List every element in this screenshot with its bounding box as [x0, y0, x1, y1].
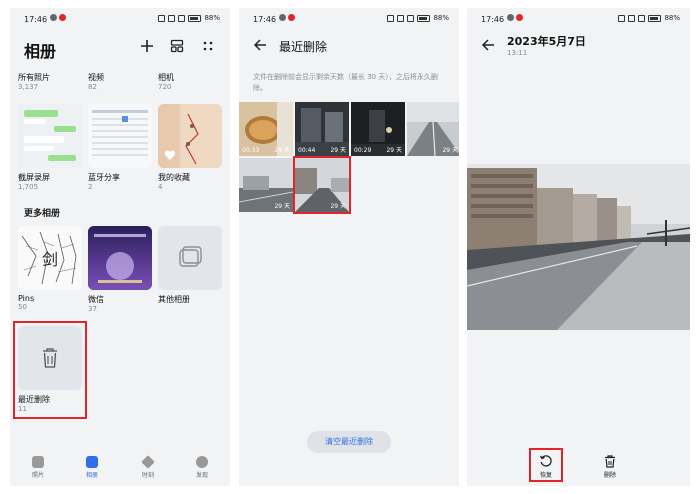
back-arrow-icon[interactable] [253, 38, 267, 56]
album-thumb-screenshots[interactable] [18, 104, 82, 168]
status-bar: 17:46 88% [239, 8, 459, 30]
highlight-restore [529, 448, 563, 482]
album-name: 蓝牙分享 [88, 173, 120, 182]
album-pins[interactable]: Pins 50 [18, 294, 82, 311]
retention-hint: 文件在删除前会显示剩余天数（最长 30 天），之后将永久删除。 [253, 73, 438, 92]
recently-deleted-screen: 17:46 88% 最近删除 文件在删除前会显示剩余天数（最长 30 天），之后… [239, 8, 459, 486]
album-name: 所有照片 [18, 73, 50, 82]
photo-detail-screen: 17:46 88% 2023年5月7日 13:11 恢复 删除 [467, 8, 690, 486]
days-remaining: 29 天 [274, 147, 290, 154]
album-screenshots[interactable]: 截屏录屏 1,705 [18, 172, 82, 191]
album-count: 37 [88, 305, 97, 313]
delete-button[interactable]: 删除 [595, 454, 625, 479]
days-remaining: 29 天 [274, 203, 290, 210]
album-bluetooth[interactable]: 蓝牙分享 2 [88, 172, 152, 191]
tab-photos[interactable]: 照片 [18, 456, 58, 479]
status-bar: 17:46 88% [467, 8, 690, 30]
system-icons: 88% [387, 14, 449, 22]
albums-icon [86, 456, 98, 468]
video-duration: 00:44 [298, 147, 316, 154]
album-count: 2 [88, 183, 93, 191]
tab-albums[interactable]: 相册 [72, 456, 112, 479]
album-name: 微信 [88, 295, 104, 304]
album-name: Pins [18, 294, 35, 303]
deleted-item[interactable]: 00:29 29 天 [351, 102, 405, 156]
status-time: 17:46 [24, 15, 48, 24]
photo-date: 2023年5月7日 [507, 35, 586, 48]
album-name: 我的收藏 [158, 173, 190, 182]
album-thumb-favorites[interactable] [158, 104, 222, 168]
album-wechat[interactable]: 微信 37 [88, 294, 152, 313]
notification-icons [50, 14, 66, 21]
album-thumb-pins[interactable]: 剑 [18, 226, 82, 290]
albums-screen: 17:46 88% 相册 所有照片 3,137 视频 82 相机 720 截屏录… [10, 8, 230, 486]
status-time: 17:46 [253, 15, 277, 24]
deleted-item[interactable]: 00:44 29 天 [295, 102, 349, 156]
album-name: 相机 [158, 73, 174, 82]
status-bar: 17:46 88% [10, 8, 230, 30]
page-title: 最近删除 [279, 40, 328, 54]
page-title: 相册 [24, 42, 57, 61]
battery-level: 88% [204, 14, 220, 22]
layout-icon[interactable] [170, 38, 184, 57]
album-favorites[interactable]: 我的收藏 4 [158, 172, 222, 191]
clear-recently-deleted-button[interactable]: 清空最近删除 [307, 431, 391, 453]
street-photo[interactable] [467, 164, 690, 330]
album-thumb-wechat[interactable] [88, 226, 152, 290]
deleted-item[interactable]: 29 天 [239, 158, 293, 212]
album-name: 截屏录屏 [18, 173, 50, 182]
days-remaining: 29 天 [330, 147, 346, 154]
album-all-photos[interactable]: 所有照片 3,137 [18, 72, 82, 91]
bottom-tab-bar: 照片 相册 时刻 发现 [10, 450, 230, 486]
notification-icons [279, 14, 295, 21]
add-icon[interactable] [140, 38, 154, 57]
highlight-recently-deleted [13, 321, 87, 419]
album-thumb-bluetooth[interactable] [88, 104, 152, 168]
album-other[interactable]: 其他相册 [158, 294, 222, 305]
trash-icon [605, 455, 615, 468]
tab-moments[interactable]: 时刻 [128, 455, 168, 479]
tab-discover[interactable]: 发现 [182, 456, 222, 479]
album-name: 视频 [88, 73, 104, 82]
album-count: 4 [158, 183, 163, 191]
battery-icon [188, 14, 202, 22]
album-thumb-other[interactable] [158, 226, 222, 290]
battery-icon [417, 14, 431, 22]
album-videos[interactable]: 视频 82 [88, 72, 152, 91]
days-remaining: 29 天 [386, 147, 402, 154]
back-arrow-icon[interactable] [481, 38, 495, 56]
album-count: 50 [18, 303, 27, 311]
photos-icon [32, 456, 44, 468]
album-name: 其他相册 [158, 295, 190, 304]
more-albums-title: 更多相册 [24, 209, 61, 219]
discover-icon [196, 456, 208, 468]
battery-level: 88% [433, 14, 449, 22]
video-duration: 00:33 [242, 147, 260, 154]
star-icon [141, 455, 155, 469]
deleted-item[interactable]: 00:33 29 天 [239, 102, 293, 156]
deleted-item[interactable]: 29 天 [407, 102, 459, 156]
photo-time: 13:11 [507, 49, 528, 57]
days-remaining: 29 天 [442, 147, 458, 154]
delete-label: 删除 [603, 472, 616, 479]
notification-icons [507, 14, 523, 21]
album-camera[interactable]: 相机 720 [158, 72, 222, 91]
pins-thumb-text: 剑 [42, 250, 59, 269]
system-icons: 88% [618, 14, 680, 22]
system-icons: 88% [158, 14, 220, 22]
album-count: 82 [88, 83, 97, 91]
battery-icon [648, 14, 662, 22]
album-count: 720 [158, 83, 172, 91]
highlight-selected-item [293, 156, 351, 214]
album-stack-icon [179, 246, 202, 267]
battery-level: 88% [664, 14, 680, 22]
album-count: 1,705 [18, 183, 39, 191]
video-duration: 00:29 [354, 147, 372, 154]
status-time: 17:46 [481, 15, 505, 24]
more-options-icon[interactable] [202, 38, 214, 57]
album-count: 3,137 [18, 83, 39, 91]
